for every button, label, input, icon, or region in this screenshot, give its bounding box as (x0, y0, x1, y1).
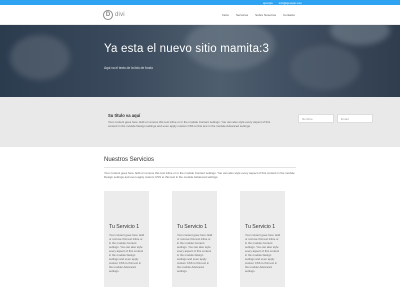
service-card-title: Tu Servicio 1 (245, 224, 276, 230)
service-card-body: Your content goes here. Edit or remove t… (177, 233, 213, 273)
service-card-title: Tu Servicio 1 (177, 224, 208, 230)
nav-item-inicio[interactable]: Inicio (222, 13, 229, 17)
service-card: Tu Servicio 1 Your content goes here. Ed… (172, 191, 217, 287)
hero-title: Ya esta el nuevo sitio mamita:3 (104, 43, 270, 55)
info-title: Su título va aquí (108, 113, 141, 118)
hero-background-image (290, 45, 360, 90)
logo-text: divi (115, 12, 125, 18)
site-logo[interactable]: D divi (103, 10, 125, 20)
topbar-phone[interactable]: ejemplo (263, 1, 273, 5)
name-field[interactable]: Nombre (298, 114, 334, 123)
hero-subtitle: Aqui va el texto de la foto de fondo (104, 66, 154, 70)
email-field[interactable]: Email (337, 114, 373, 123)
hero-background-image (330, 25, 390, 45)
nav-item-contacto[interactable]: Contacto (283, 13, 295, 17)
services-title: Nuestros Servicios (104, 157, 155, 163)
service-card-body: Your content goes here. Edit or remove t… (245, 233, 281, 273)
hero-background-image (10, 35, 70, 80)
nav-item-sobre-nosotros[interactable]: Sobre Nosotros (255, 13, 276, 17)
topbar-email[interactable]: info@ejemplo.com (279, 1, 302, 5)
services-divider (104, 167, 296, 168)
service-card: Tu Servicio 1 Your content goes here. Ed… (240, 191, 285, 287)
hero-section: Ya esta el nuevo sitio mamita:3 Aqui va … (0, 25, 400, 97)
nav-item-servicios[interactable]: Servicios (236, 13, 248, 17)
service-card: Tu Servicio 1 Your content goes here. Ed… (104, 191, 149, 287)
service-card-title: Tu Servicio 1 (109, 224, 140, 230)
info-body: Your content goes here. Edit or remove t… (108, 120, 271, 129)
services-body: Your content goes here. Edit or remove t… (104, 171, 295, 180)
site-header: D divi Inicio Servicios Sobre Nosotros C… (0, 5, 400, 25)
service-card-body: Your content goes here. Edit or remove t… (109, 233, 145, 273)
main-nav: Inicio Servicios Sobre Nosotros Contacto (222, 13, 295, 17)
info-section: Su título va aquí Your content goes here… (0, 97, 400, 147)
divi-logo-icon: D (103, 10, 113, 20)
